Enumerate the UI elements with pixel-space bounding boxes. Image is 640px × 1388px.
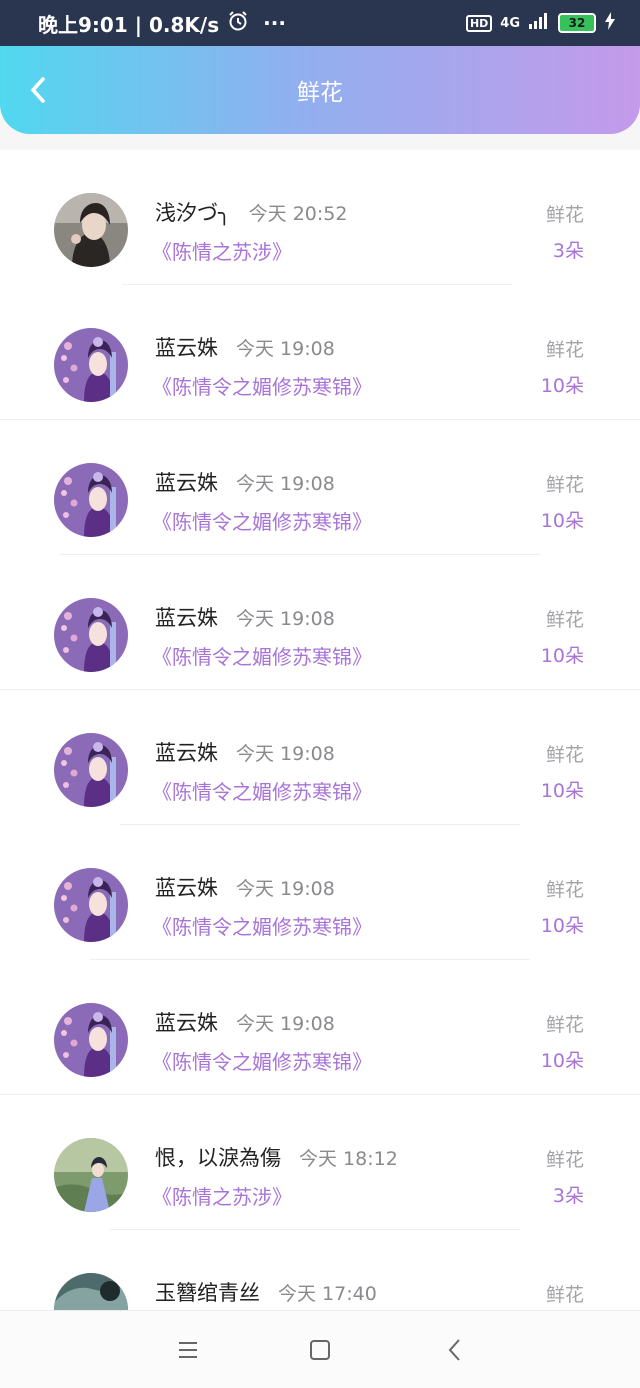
list-item[interactable]: 浅汐づ╮ 今天 20:52 《陈情之苏涉》 鲜花 3朵 <box>0 150 640 285</box>
system-nav-bar <box>0 1310 640 1388</box>
flower-gift-list: 浅汐づ╮ 今天 20:52 《陈情之苏涉》 鲜花 3朵 蓝云姝 今天 19:08 《… <box>0 150 640 1310</box>
user-name: 蓝云姝 今天 19:08 <box>155 467 335 497</box>
user-name-text: 蓝云姝 <box>155 741 218 765</box>
user-name: 蓝云姝 今天 19:08 <box>155 872 335 902</box>
book-title[interactable]: 《陈情令之媚修苏寒锦》 <box>152 371 372 400</box>
back-button[interactable] <box>18 70 58 110</box>
gift-type: 鲜花 <box>545 339 584 361</box>
gift-type: 鲜花 <box>545 744 584 766</box>
gift-count: 10朵 <box>540 915 584 937</box>
charging-icon <box>604 12 616 34</box>
status-time-speed: 晚上9:01 | 0.8K/s <box>38 12 220 37</box>
chevron-left-icon <box>31 77 45 103</box>
home-button[interactable] <box>303 1335 337 1365</box>
user-name-text: 浅汐づ╮ <box>155 201 231 225</box>
network-type: 4G <box>500 15 520 31</box>
user-name: 玉簪绾青丝 今天 17:40 <box>155 1277 377 1307</box>
list-item[interactable]: 蓝云姝 今天 19:08 《陈情令之媚修苏寒锦》 鲜花 10朵 <box>0 285 640 420</box>
book-title[interactable]: 《陈情令之媚修苏寒锦》 <box>152 776 372 805</box>
gift-count: 10朵 <box>540 1050 584 1072</box>
list-item[interactable]: 蓝云姝 今天 19:08 《陈情令之媚修苏寒锦》 鲜花 10朵 <box>0 555 640 690</box>
user-name-text: 蓝云姝 <box>155 336 218 360</box>
gift-type: 鲜花 <box>545 204 584 226</box>
menu-icon <box>179 1342 197 1358</box>
book-title[interactable]: 《陈情之苏涉》 <box>152 236 292 265</box>
user-name-text: 玉簪绾青丝 <box>155 1281 260 1305</box>
gift-type: 鲜花 <box>545 474 584 496</box>
avatar[interactable] <box>54 463 128 537</box>
book-title[interactable]: 《陈情令之媚修苏寒锦》 <box>152 641 372 670</box>
system-back-button[interactable] <box>438 1335 472 1365</box>
book-title[interactable]: 《陈情令之媚修苏寒锦》 <box>152 1046 372 1075</box>
hd-badge: HD <box>465 14 493 32</box>
gift-count: 10朵 <box>540 645 584 667</box>
user-name-text: 蓝云姝 <box>155 876 218 900</box>
avatar[interactable] <box>54 868 128 942</box>
user-name-text: 蓝云姝 <box>155 1011 218 1035</box>
gift-time: 今天 19:08 <box>236 608 335 630</box>
book-title[interactable]: 《陈情令之媚修苏寒锦》 <box>152 506 372 535</box>
user-name-text: 蓝云姝 <box>155 606 218 630</box>
list-item[interactable]: 恨，以淚為傷 今天 18:12 《陈情之苏涉》 鲜花 3朵 <box>0 1095 640 1230</box>
list-item[interactable]: 蓝云姝 今天 19:08 《陈情令之媚修苏寒锦》 鲜花 10朵 <box>0 690 640 825</box>
page-title: 鲜花 <box>297 80 343 106</box>
menu-button[interactable] <box>171 1335 205 1365</box>
gift-time: 今天 19:08 <box>236 1013 335 1035</box>
user-name: 蓝云姝 今天 19:08 <box>155 737 335 767</box>
gift-time: 今天 18:12 <box>299 1148 398 1170</box>
gift-time: 今天 19:08 <box>236 743 335 765</box>
avatar[interactable] <box>54 598 128 672</box>
user-name-text: 恨，以淚為傷 <box>155 1146 281 1170</box>
user-name: 恨，以淚為傷 今天 18:12 <box>155 1142 398 1172</box>
gift-count: 10朵 <box>540 375 584 397</box>
gift-count: 3朵 <box>552 1185 584 1207</box>
status-left: 晚上9:01 | 0.8K/s ··· <box>38 9 286 38</box>
user-name: 蓝云姝 今天 19:08 <box>155 1007 335 1037</box>
battery-indicator: 32 <box>558 13 596 33</box>
gift-time: 今天 19:08 <box>236 473 335 495</box>
avatar[interactable] <box>54 193 128 267</box>
avatar[interactable] <box>54 1138 128 1212</box>
alarm-icon <box>227 10 249 37</box>
avatar[interactable] <box>54 328 128 402</box>
more-notifications-icon: ··· <box>263 11 286 35</box>
user-name: 蓝云姝 今天 19:08 <box>155 332 335 362</box>
gift-type: 鲜花 <box>545 879 584 901</box>
list-item[interactable]: 蓝云姝 今天 19:08 《陈情令之媚修苏寒锦》 鲜花 10朵 <box>0 420 640 555</box>
avatar[interactable] <box>54 1273 128 1310</box>
user-name: 浅汐づ╮ 今天 20:52 <box>155 197 347 227</box>
gift-count: 10朵 <box>540 510 584 532</box>
user-name: 蓝云姝 今天 19:08 <box>155 602 335 632</box>
gift-count: 10朵 <box>540 780 584 802</box>
gift-type: 鲜花 <box>545 1014 584 1036</box>
gift-type: 鲜花 <box>545 1284 584 1306</box>
book-title[interactable]: 《陈情之苏涉》 <box>152 1181 292 1210</box>
page-header: 鲜花 <box>0 46 640 134</box>
user-name-text: 蓝云姝 <box>155 471 218 495</box>
list-item[interactable]: 蓝云姝 今天 19:08 《陈情令之媚修苏寒锦》 鲜花 10朵 <box>0 825 640 960</box>
list-item[interactable]: 玉簪绾青丝 今天 17:40 鲜花 <box>0 1230 640 1310</box>
avatar[interactable] <box>54 733 128 807</box>
book-title[interactable]: 《陈情令之媚修苏寒锦》 <box>152 911 372 940</box>
home-square-icon <box>310 1340 330 1360</box>
gift-type: 鲜花 <box>545 609 584 631</box>
gift-type: 鲜花 <box>545 1149 584 1171</box>
gift-time: 今天 20:52 <box>248 203 348 225</box>
status-bar: 晚上9:01 | 0.8K/s ··· HD 4G 32 <box>0 0 640 46</box>
gift-time: 今天 19:08 <box>236 338 335 360</box>
avatar[interactable] <box>54 1003 128 1077</box>
status-right: HD 4G 32 <box>465 12 616 34</box>
gift-time: 今天 17:40 <box>278 1283 377 1305</box>
gift-count: 3朵 <box>552 240 584 262</box>
gift-time: 今天 19:08 <box>236 878 335 900</box>
signal-icon <box>528 12 550 34</box>
list-item[interactable]: 蓝云姝 今天 19:08 《陈情令之媚修苏寒锦》 鲜花 10朵 <box>0 960 640 1095</box>
back-triangle-icon <box>448 1339 460 1361</box>
